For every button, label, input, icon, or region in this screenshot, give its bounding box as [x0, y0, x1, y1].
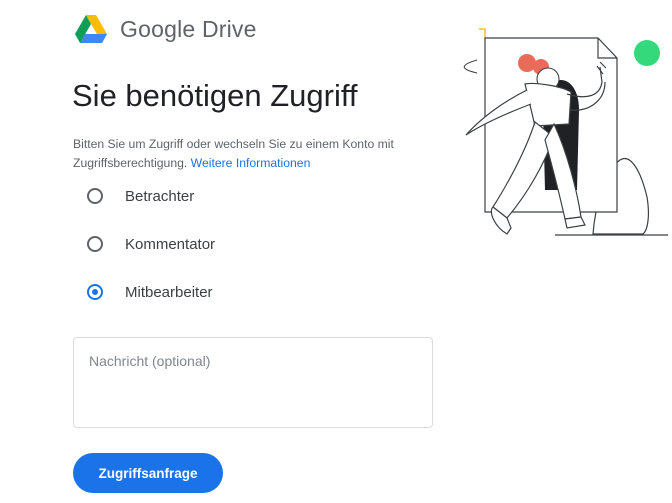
role-label: Mitbearbeiter [125, 283, 213, 301]
message-input[interactable] [73, 337, 433, 428]
brand-name: Google Drive [120, 15, 257, 42]
page-title: Sie benötigen Zugriff [72, 78, 358, 113]
role-label: Kommentator [125, 235, 216, 253]
radio-unchecked-icon[interactable] [87, 236, 103, 252]
role-option-betrachter[interactable]: Betrachter [87, 185, 194, 207]
radio-unchecked-icon[interactable] [87, 188, 103, 204]
role-label: Betrachter [125, 187, 195, 205]
role-option-kommentator[interactable]: Kommentator [87, 233, 215, 255]
learn-more-link[interactable]: Weitere Informationen [191, 156, 311, 170]
drive-header: Google Drive [74, 12, 257, 46]
role-option-mitbearbeiter[interactable]: Mitbearbeiter [87, 281, 213, 303]
person-leaving-document-illustration-icon [463, 28, 668, 236]
page-description: Bitten Sie um Zugriff oder wechseln Sie … [73, 135, 433, 172]
radio-checked-icon[interactable] [87, 284, 103, 300]
request-access-button[interactable]: Zugriffsanfrage [73, 453, 223, 493]
google-drive-logo-icon [75, 15, 107, 43]
